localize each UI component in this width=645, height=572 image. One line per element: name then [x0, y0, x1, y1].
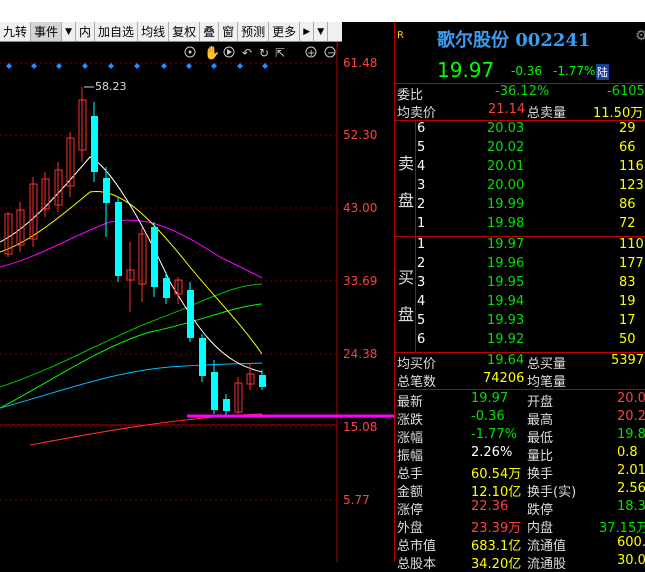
stat-row: 涨跌 -0.36 最高 20.2 [397, 409, 645, 428]
window-top-strip [0, 0, 645, 22]
event-markers [6, 63, 268, 69]
sell-level-1: 1 19.98 72 [417, 216, 636, 231]
toolbar-adjust[interactable]: 复权 [169, 22, 201, 41]
undo-icon: ↶ [242, 46, 252, 60]
buy-level-6: 6 19.92 50 [417, 332, 636, 347]
ma5-line [0, 156, 263, 373]
sell-level-5: 5 20.02 66 [417, 140, 636, 155]
stat-row: 金额 12.10亿 换手(实) 2.56 [397, 481, 645, 500]
avg-sell-row: 均卖价 21.14 总卖量 11.50万 [397, 102, 644, 121]
ma20b-line [0, 362, 263, 409]
sell-level-4: 4 20.01 116 [417, 159, 644, 174]
stat-row: 总市值683.1亿流通值600.7 [397, 535, 645, 554]
stat-row: 涨幅 -1.77% 最低 19.8 [397, 427, 645, 446]
latest-price: 19.97 [437, 58, 495, 82]
buy-level-5: 5 19.93 17 [417, 313, 636, 328]
r-tag: R [397, 30, 404, 41]
y-axis-label-4: 33.69 [343, 274, 378, 288]
ma250-line [29, 413, 263, 446]
avg-buy-row: 均买价 19.64 总买量 5397 [397, 353, 645, 372]
y-axis-label-2: 52.30 [343, 128, 378, 142]
gear-icon[interactable]: ⚙ [635, 28, 645, 44]
toolbar-internal[interactable]: 内 [76, 22, 96, 41]
y-axis-label-3: 43.00 [343, 201, 378, 215]
chart-tools: ✋ ↶ ↻ ⇱ + − [184, 45, 336, 61]
toolbar-forecast[interactable]: 预测 [238, 22, 270, 41]
stat-row: 总股本 34.20亿 流通股 30.0 [397, 553, 645, 572]
chevron-down-icon[interactable]: ▼ [62, 22, 77, 41]
ma120-line [0, 303, 263, 409]
market-tag: 陆 [596, 64, 609, 80]
toolbar-moving-average[interactable]: 均线 [138, 22, 170, 41]
sell-level-6: 6 20.03 29 [417, 121, 636, 136]
play-icon[interactable]: ▶ [300, 22, 315, 41]
y-axis-label-6: 15.08 [343, 420, 378, 434]
toolbar-window[interactable]: 窗 [219, 22, 239, 41]
stat-row: 总手 60.54万 换手 2.01 [397, 463, 645, 482]
weibi-row: 委比 -36.12% -6105 [397, 84, 645, 103]
peak-price-label: 58.23 [95, 80, 127, 93]
stock-title: 歌尔股份 002241 [437, 30, 591, 51]
ma60-line [0, 283, 263, 388]
y-axis-label-1: 61.48 [343, 56, 378, 70]
toolbar-overlay[interactable]: 叠 [200, 22, 220, 41]
kline-chart-svg: ✋ ↶ ↻ ⇱ + − [0, 42, 394, 562]
chevron-down-icon[interactable]: ▼ [314, 22, 329, 41]
sell-level-3: 3 20.00 123 [417, 178, 644, 193]
buy-level-1: 1 19.97 110 [417, 237, 644, 252]
svg-text:−: − [327, 48, 335, 59]
toolbar-jiuzhuan[interactable]: 九转 [0, 22, 32, 41]
stat-row: 最新 19.97 开盘 20.0 [397, 391, 645, 410]
quote-panel: R 歌尔股份 002241 ⚙ 19.97 -0.36 -1.77% 陆 委比 … [395, 22, 645, 572]
chart-toolbar: 九转 事件 ▼ 内 加自选 均线 复权 叠 窗 预测 更多 ▶ ▼ [0, 22, 342, 42]
price-change: -0.36 [511, 64, 543, 78]
sell-level-2: 2 19.99 86 [417, 197, 636, 212]
buy-level-2: 2 19.96 177 [417, 256, 644, 271]
stat-row: 外盘 23.39万 内盘 37.15万 [397, 521, 645, 536]
svg-text:+: + [307, 48, 315, 59]
buy-level-4: 4 19.94 19 [417, 294, 636, 309]
y-axis-label-7: 5.77 [343, 493, 370, 507]
kline-chart-area[interactable]: ✋ ↶ ↻ ⇱ + − 58.23 61.48 52.30 43.00 33.6… [0, 42, 394, 562]
toolbar-add-watchlist[interactable]: 加自选 [95, 22, 139, 41]
toolbar-events[interactable]: 事件 [31, 22, 63, 41]
collapse-icon: ⇱ [275, 46, 285, 60]
stat-row: 涨停 22.36 跌停 18.3 [397, 499, 645, 518]
y-axis-label-5: 24.38 [343, 347, 378, 361]
hand-icon: ✋ [204, 45, 220, 61]
ma20-line [0, 219, 263, 279]
total-trades-row: 总笔数 74206 均笔量 [397, 371, 567, 390]
rotate-icon: ↻ [259, 46, 269, 60]
stat-row: 振幅 2.26% 量比 0.8 [397, 445, 638, 464]
price-change-pct: -1.77% [553, 64, 596, 78]
toolbar-more[interactable]: 更多 [269, 22, 301, 41]
buy-level-3: 3 19.95 83 [417, 275, 636, 290]
